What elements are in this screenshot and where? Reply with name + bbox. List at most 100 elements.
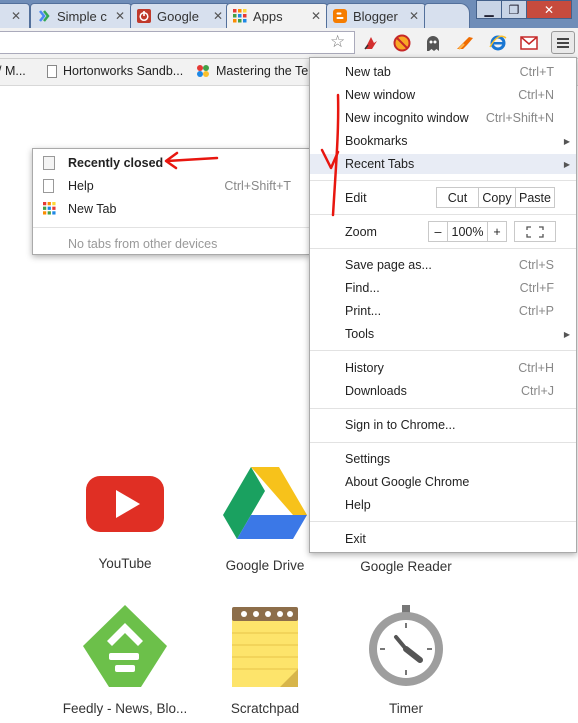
menu-label: About Google Chrome [345,475,470,489]
tab-title: Simple c [57,8,107,24]
new-tab-button[interactable] [424,3,470,28]
tab-close-icon[interactable]: ✕ [11,9,21,23]
menu-item-bookmarks[interactable]: Bookmarks ▶ [310,131,576,151]
ie-icon[interactable] [489,34,507,52]
fullscreen-icon [526,225,544,238]
tab-close-icon[interactable]: ✕ [213,9,223,23]
colorful-site-icon [197,65,209,77]
menu-item-incognito[interactable]: New incognito window Ctrl+Shift+N [310,108,576,128]
menu-item-exit[interactable]: Exit [310,529,576,549]
recent-item-new-tab[interactable]: New Tab [33,199,309,219]
menu-separator [310,408,576,409]
adblock-icon[interactable] [393,34,411,52]
menu-separator [310,442,576,443]
recent-item-help[interactable]: Help Ctrl+Shift+T [33,176,309,196]
shortcut-label: Ctrl+J [521,384,554,398]
tab-blogger[interactable]: Blogger ✕ [326,3,426,28]
app-label: Timer [389,701,423,716]
recently-closed-header: Recently closed [33,153,309,173]
page-icon [43,156,55,170]
menu-item-print[interactable]: Print... Ctrl+P [310,301,576,321]
no-tabs-label: No tabs from other devices [68,237,218,251]
zoom-level: 100% [447,221,488,242]
chrome-menu-button[interactable] [551,31,575,54]
cut-button[interactable]: Cut [436,187,479,208]
shortcut-label: Ctrl+P [518,304,554,318]
page-icon [43,179,54,193]
tab-simple[interactable]: Simple c ✕ [30,3,132,28]
tab-strip: ✕ Simple c ✕ Google ✕ Apps ✕ Blogger ✕ ▁… [0,0,578,28]
menu-separator [310,180,576,181]
app-youtube[interactable]: YouTube [55,475,195,571]
menu-item-new-window[interactable]: New window Ctrl+N [310,85,576,105]
menu-item-help[interactable]: Help [310,495,576,515]
google-blog-icon [39,10,50,22]
shortcut-label: Ctrl+N [518,88,554,102]
close-icon[interactable]: ✕ [526,0,572,19]
menu-separator [33,227,309,228]
power-icon [137,9,151,23]
ghost-icon[interactable] [424,34,442,52]
menu-item-about[interactable]: About Google Chrome [310,472,576,492]
shortcut-label: Ctrl+T [519,65,554,79]
bookmark-item-hortonworks[interactable]: Hortonworks Sandb... [47,64,183,78]
recent-tabs-submenu: Recently closed Help Ctrl+Shift+T New Ta… [32,148,310,255]
menu-item-new-tab[interactable]: New tab Ctrl+T [310,62,576,82]
bookmark-label: Hortonworks Sandb... [63,64,184,78]
google-drive-icon [223,467,307,539]
tab-apps[interactable]: Apps ✕ [226,3,328,28]
mail-icon[interactable] [520,34,538,52]
menu-item-recent-tabs[interactable]: Recent Tabs ▶ [310,154,576,174]
menu-item-tools[interactable]: Tools ▶ [310,324,576,344]
menu-item-downloads[interactable]: Downloads Ctrl+J [310,381,576,401]
menu-label: History [345,361,384,375]
app-label: YouTube [98,556,152,571]
menu-item-save-page[interactable]: Save page as... Ctrl+S [310,255,576,275]
copy-button[interactable]: Copy [478,187,516,208]
restore-icon[interactable]: ❐ [501,0,527,19]
menu-label: Save page as... [345,258,432,272]
app-feedly[interactable]: Feedly - News, Blo... [55,603,195,716]
apps-grid-icon [43,202,56,215]
submenu-arrow-icon: ▶ [563,136,570,146]
red-arrow-extension-icon[interactable] [362,34,380,52]
submenu-arrow-icon: ▶ [563,159,570,169]
bookmark-item[interactable]: / M... [0,64,26,78]
tab-title: Google [157,8,199,24]
tab-close-icon[interactable]: ✕ [311,9,321,23]
menu-item-sign-in[interactable]: Sign in to Chrome... [310,415,576,435]
toolbar: ☆ [0,28,578,59]
shortcut-label: Ctrl+S [518,258,554,272]
menu-item-settings[interactable]: Settings [310,449,576,469]
youtube-icon [86,476,164,532]
menu-label: Print... [345,304,382,318]
menu-label: Zoom [345,225,377,239]
zoom-in-button[interactable]: + [487,221,507,242]
tab-close-icon[interactable]: ✕ [409,9,419,23]
bookmark-star-icon[interactable]: ☆ [330,32,345,52]
feed-extension-icon[interactable] [456,34,474,52]
tab-partial[interactable]: ✕ [0,3,30,28]
tab-close-icon[interactable]: ✕ [115,9,125,23]
minimize-icon[interactable]: ▁ [476,0,502,19]
menu-label: Exit [345,532,366,546]
zoom-out-button[interactable]: – [428,221,448,242]
menu-label: Settings [345,452,391,466]
omnibox[interactable] [0,31,355,54]
menu-label: Downloads [345,384,407,398]
paste-button[interactable]: Paste [515,187,555,208]
menu-item-find[interactable]: Find... Ctrl+F [310,278,576,298]
menu-label: New tab [345,65,391,79]
tab-title: Blogger [353,8,398,24]
menu-item-history[interactable]: History Ctrl+H [310,358,576,378]
feedly-icon [83,605,167,687]
bookmark-label: / M... [0,64,26,78]
app-scratchpad[interactable]: Scratchpad [195,603,335,716]
tab-google[interactable]: Google ✕ [130,3,230,28]
fullscreen-button[interactable] [514,221,556,242]
bookmark-item-mastering[interactable]: Mastering the Te [196,64,308,78]
tab-title: Apps [253,8,283,24]
menu-label: Find... [345,281,380,295]
app-timer[interactable]: Timer [336,603,476,716]
chrome-menu: New tab Ctrl+T New window Ctrl+N New incog… [309,57,577,553]
